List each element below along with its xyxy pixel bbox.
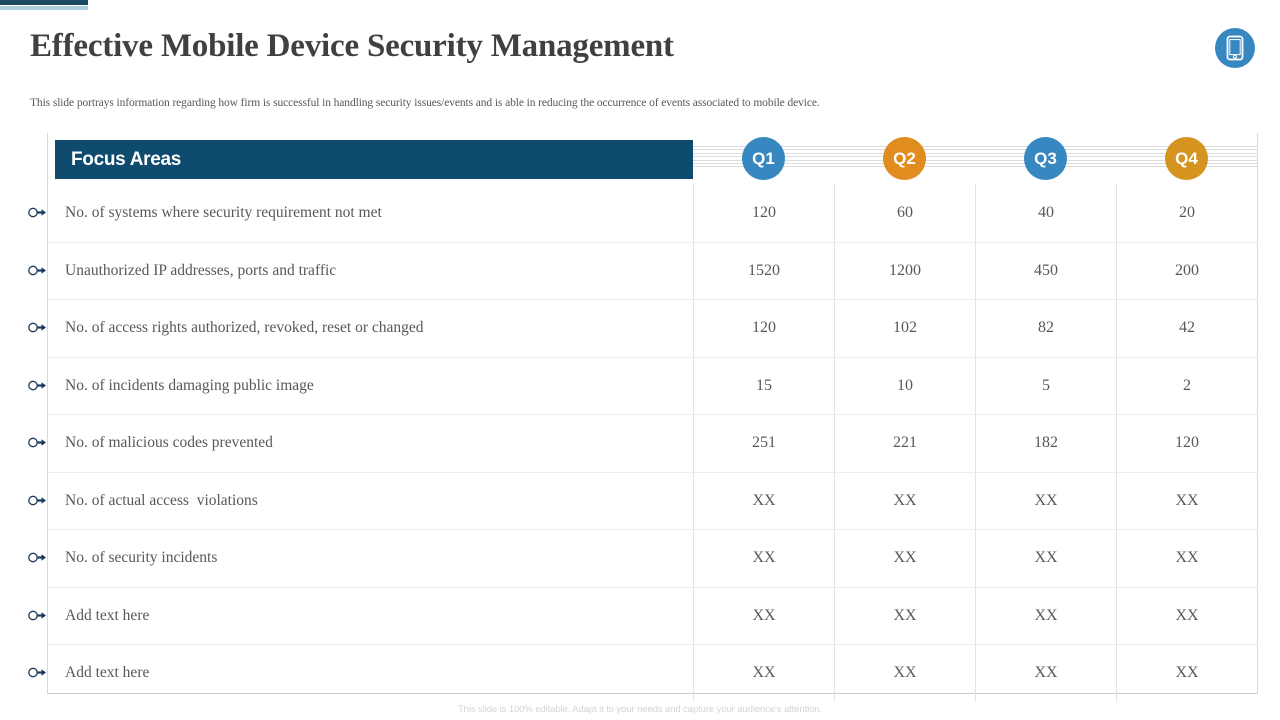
- focus-area-label: Unauthorized IP addresses, ports and tra…: [65, 261, 337, 279]
- focus-area-label: No. of malicious codes prevented: [65, 434, 273, 452]
- row-bullet-list: [27, 184, 47, 702]
- metric-value-cell: XX: [693, 530, 834, 587]
- focus-area-label: No. of actual access violations: [65, 491, 258, 509]
- table-row: Add text here XX XX XX XX: [48, 586, 1257, 644]
- metric-value-cell: XX: [834, 472, 975, 529]
- metric-value-cell: 60: [834, 184, 975, 242]
- metric-value-cell: XX: [975, 530, 1116, 587]
- quarter-badge-q3: Q3: [1024, 137, 1067, 180]
- focus-area-label: No. of systems where security requiremen…: [65, 203, 382, 221]
- metric-value-cell: XX: [834, 530, 975, 587]
- table-row: Add text here XX XX XX XX: [48, 644, 1257, 702]
- metric-value-cell: 450: [975, 242, 1116, 299]
- metric-value-cell: 1520: [693, 242, 834, 299]
- table-row: No. of access rights authorized, revoked…: [48, 299, 1257, 357]
- metric-value-cell: 15: [693, 357, 834, 414]
- key-arrow-icon: [27, 242, 47, 300]
- table-row: No. of actual access violations XX XX XX XX: [48, 471, 1257, 529]
- metric-value-cell: XX: [693, 587, 834, 644]
- focus-areas-header: Focus Areas: [55, 140, 693, 179]
- page-subtitle: This slide portrays information regardin…: [30, 97, 820, 109]
- metric-value-cell: 120: [693, 300, 834, 357]
- focus-areas-label: Focus Areas: [71, 148, 182, 170]
- metric-value-cell: XX: [1116, 587, 1257, 644]
- quarter-label: Q4: [1175, 148, 1198, 168]
- quarter-label: Q3: [1034, 148, 1057, 168]
- metric-value-cell: XX: [693, 472, 834, 529]
- metric-value-cell: XX: [834, 587, 975, 644]
- quarter-column-header: Q3: [975, 133, 1116, 184]
- accent-bar-dark: [0, 0, 88, 5]
- key-arrow-icon: [27, 587, 47, 645]
- top-accent-bars: [0, 0, 90, 10]
- quarter-column-header: Q4: [1116, 133, 1257, 184]
- focus-area-label: Add text here: [65, 606, 150, 624]
- focus-area-label: No. of security incidents: [65, 549, 218, 567]
- metric-value-cell: 102: [834, 300, 975, 357]
- metric-value-cell: XX: [834, 645, 975, 702]
- accent-bar-light: [0, 6, 88, 10]
- quarter-badge-q1: Q1: [742, 137, 785, 180]
- metric-value-cell: 82: [975, 300, 1116, 357]
- metric-value-cell: 182: [975, 415, 1116, 472]
- table-row: No. of security incidents XX XX XX XX: [48, 529, 1257, 587]
- key-arrow-icon: [27, 414, 47, 472]
- table-row: No. of malicious codes prevented 251 221 18…: [48, 414, 1257, 472]
- key-arrow-icon: [27, 644, 47, 702]
- focus-area-label: Add text here: [65, 664, 150, 682]
- focus-area-label: No. of incidents damaging public image: [65, 376, 314, 394]
- metric-value-cell: 200: [1116, 242, 1257, 299]
- metric-value-cell: 120: [693, 184, 834, 242]
- metric-value-cell: 2: [1116, 357, 1257, 414]
- focus-area-label: No. of access rights authorized, revoked…: [65, 319, 424, 337]
- quarter-badge-row: Q1 Q2 Q3 Q4: [693, 133, 1257, 184]
- table-row: No. of incidents damaging public image 15…: [48, 356, 1257, 414]
- quarter-badge-q4: Q4: [1165, 137, 1208, 180]
- quarter-badge-q2: Q2: [883, 137, 926, 180]
- metric-value-cell: 221: [834, 415, 975, 472]
- metric-value-cell: XX: [975, 645, 1116, 702]
- key-arrow-icon: [27, 529, 47, 587]
- key-arrow-icon: [27, 357, 47, 415]
- metric-value-cell: 20: [1116, 184, 1257, 242]
- key-arrow-icon: [27, 299, 47, 357]
- quarter-column-header: Q1: [693, 133, 834, 184]
- metric-value-cell: 40: [975, 184, 1116, 242]
- quarter-label: Q1: [752, 148, 775, 168]
- table-header-row: Focus Areas Q1 Q2 Q3 Q4: [48, 133, 1257, 184]
- table-body: No. of systems where security requiremen…: [48, 184, 1257, 702]
- metrics-table: Focus Areas Q1 Q2 Q3 Q4 No. of systems wher…: [47, 133, 1258, 702]
- metric-value-cell: XX: [1116, 645, 1257, 702]
- footer-note: This slide is 100% editable. Adapt it to…: [457, 704, 823, 715]
- metric-value-cell: 1200: [834, 242, 975, 299]
- metric-value-cell: XX: [975, 472, 1116, 529]
- table-row: Unauthorized IP addresses, ports and tra…: [48, 241, 1257, 299]
- quarter-column-header: Q2: [834, 133, 975, 184]
- metric-value-cell: XX: [975, 587, 1116, 644]
- metric-value-cell: 10: [834, 357, 975, 414]
- key-arrow-icon: [27, 472, 47, 530]
- metric-value-cell: 42: [1116, 300, 1257, 357]
- metric-value-cell: 251: [693, 415, 834, 472]
- table-row: No. of systems where security requiremen…: [48, 184, 1257, 242]
- key-arrow-icon: [27, 184, 47, 242]
- page-title: Effective Mobile Device Security Managem…: [30, 28, 674, 64]
- mobile-device-icon: [1215, 28, 1255, 68]
- quarter-label: Q2: [893, 148, 916, 168]
- metric-value-cell: XX: [1116, 530, 1257, 587]
- metric-value-cell: XX: [1116, 472, 1257, 529]
- metric-value-cell: XX: [693, 645, 834, 702]
- metric-value-cell: 120: [1116, 415, 1257, 472]
- metric-value-cell: 5: [975, 357, 1116, 414]
